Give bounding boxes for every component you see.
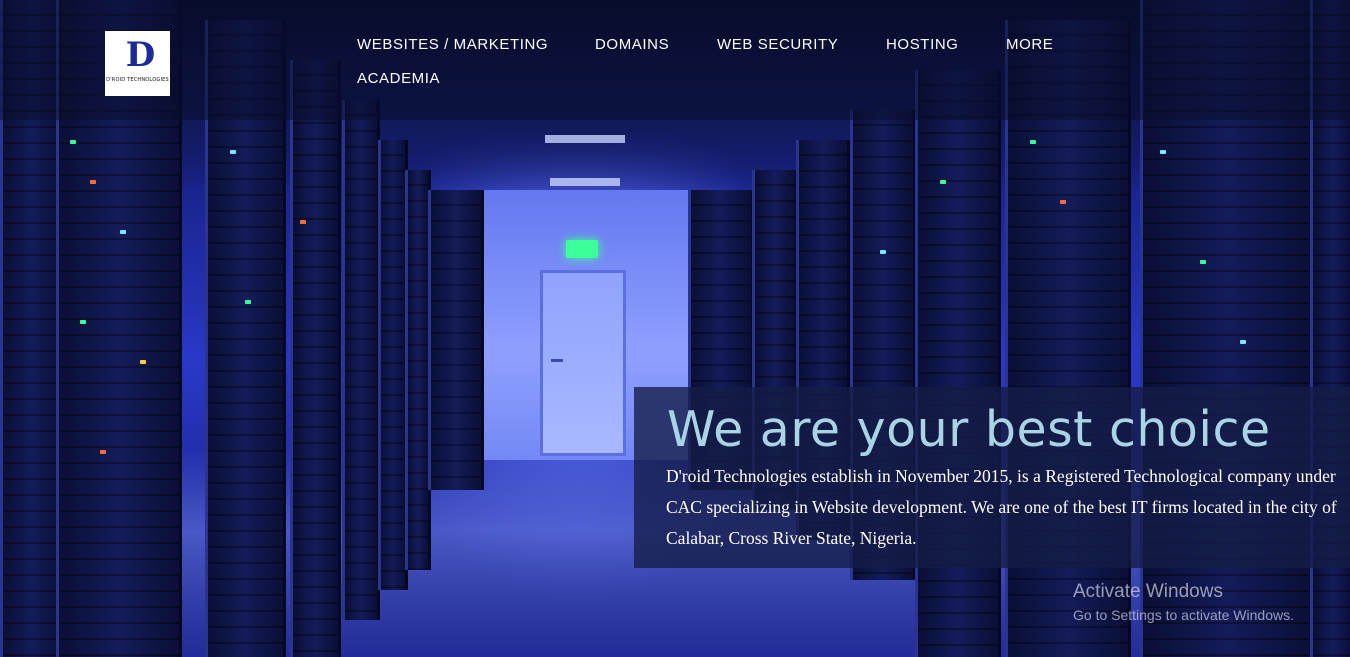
nav-web-security[interactable]: WEB SECURITY [717,36,838,53]
led [80,320,86,324]
watermark-subtitle: Go to Settings to activate Windows. [1073,607,1294,623]
led [1060,200,1066,204]
server-rack [290,60,341,657]
led [1160,150,1166,154]
led [245,300,251,304]
watermark-title: Activate Windows [1073,581,1223,602]
company-logo[interactable]: D D'ROID TECHNOLOGIES [105,31,170,96]
led [880,250,886,254]
led [300,220,306,224]
led [1240,340,1246,344]
led [1200,260,1206,264]
hero-info-panel: We are your best choice D'roid Technolog… [634,387,1350,568]
nav-hosting[interactable]: HOSTING [886,36,959,53]
nav-academia[interactable]: ACADEMIA [357,70,440,87]
ceiling-light [545,135,625,143]
server-rack [915,70,1001,657]
server-rack [378,140,408,590]
hero-description: D'roid Technologies establish in Novembe… [666,466,1337,548]
led [120,230,126,234]
site-header: D D'ROID TECHNOLOGIES WEBSITES / MARKETI… [0,0,1350,120]
logo-mark: D [125,35,156,75]
led [940,180,946,184]
server-rack [342,100,380,620]
nav-websites-marketing[interactable]: WEBSITES / MARKETING [357,36,548,53]
activate-windows-watermark: Activate Windows Go to Settings to activ… [1073,581,1294,623]
led [140,360,146,364]
hero-title: We are your best choice [667,401,1271,458]
led [1030,140,1036,144]
ceiling-light [550,178,620,186]
server-rack [428,190,484,490]
door [540,270,626,456]
led [100,450,106,454]
logo-text: D'ROID TECHNOLOGIES [106,77,169,83]
led [90,180,96,184]
nav-more[interactable]: MORE [1006,36,1053,53]
led [230,150,236,154]
exit-sign [566,240,598,258]
nav-domains[interactable]: DOMAINS [595,36,669,53]
led [70,140,76,144]
